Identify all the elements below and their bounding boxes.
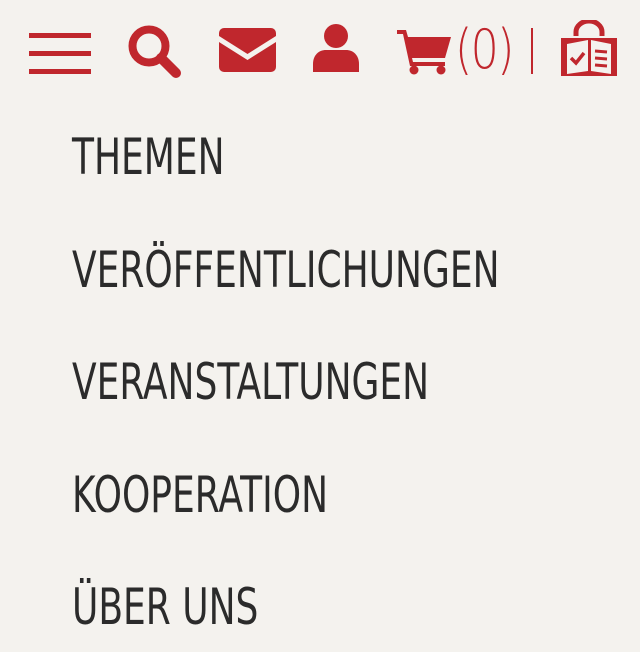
nav-item-label: THEMEN [72,128,225,186]
cart-count: (0) [455,18,514,81]
shop-button[interactable] [558,20,620,78]
header-divider [531,28,533,74]
nav-item-label: ÜBER UNS [72,578,259,636]
menu-button[interactable] [29,33,91,75]
nav-item-label: VERÖFFENTLICHUNGEN [72,241,500,299]
shop-bag-icon [558,20,620,78]
top-bar: (0) [0,0,640,100]
search-icon [127,24,181,78]
mail-button[interactable] [219,28,276,72]
cart-button[interactable]: (0) [397,21,514,81]
nav-item-themen[interactable]: THEMEN [72,122,612,192]
shopping-cart-icon [397,28,451,75]
envelope-icon [219,28,276,72]
nav-item-veroeffentlichungen[interactable]: VERÖFFENTLICHUNGEN [72,235,612,305]
user-icon [313,24,359,72]
nav-item-veranstaltungen[interactable]: VERANSTALTUNGEN [72,347,612,417]
hamburger-menu-icon [29,33,91,75]
nav-item-ueber-uns[interactable]: ÜBER UNS [72,572,612,642]
nav-item-label: KOOPERATION [72,466,329,524]
account-button[interactable] [313,24,359,72]
search-button[interactable] [127,24,181,78]
nav-item-kooperation[interactable]: KOOPERATION [72,460,612,530]
nav-item-label: VERANSTALTUNGEN [72,353,430,411]
